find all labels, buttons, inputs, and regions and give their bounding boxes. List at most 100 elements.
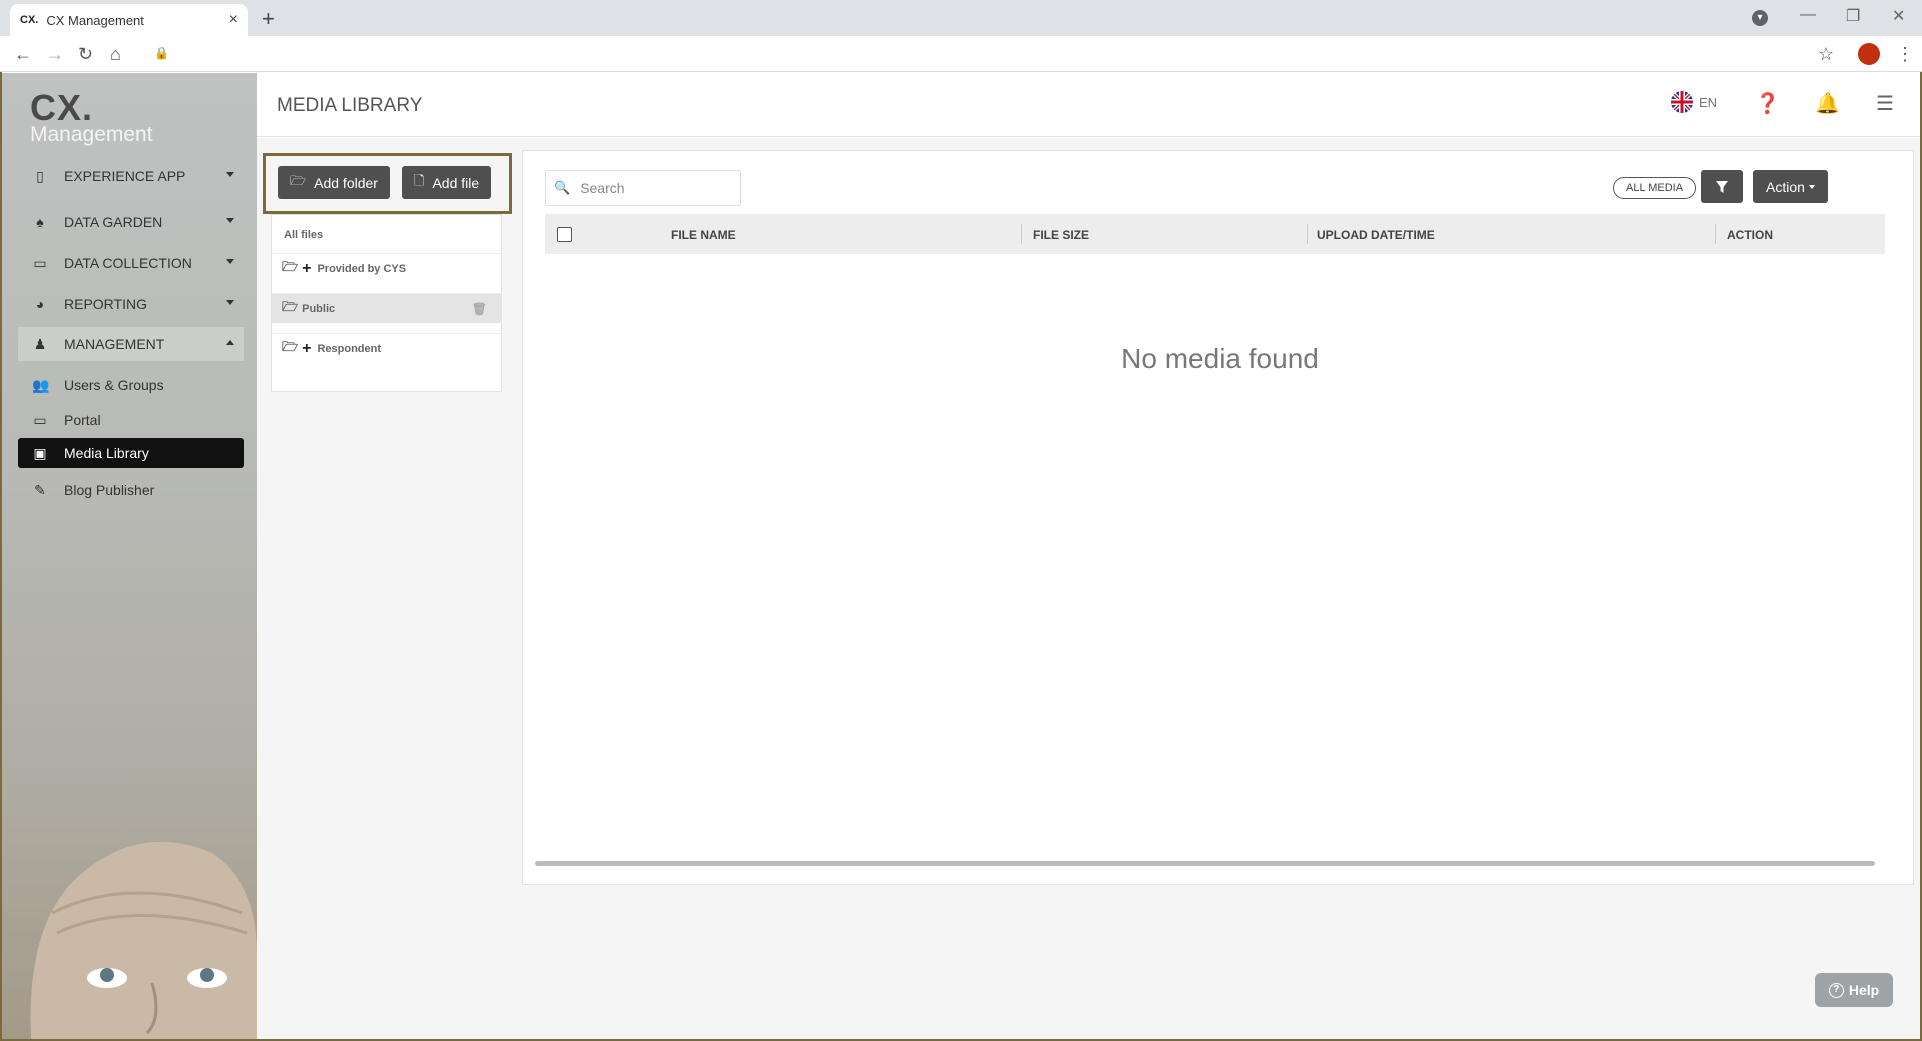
tab-search-icon[interactable]: ▾ xyxy=(1752,10,1768,26)
caret-up-icon xyxy=(226,340,234,345)
uk-flag-icon xyxy=(1671,91,1693,113)
search-input[interactable]: 🔍 Search xyxy=(545,170,741,206)
browser-tab-bar: CX. CX Management × + ▾ — ❐ ✕ xyxy=(0,0,1922,36)
pencil-icon: ✎ xyxy=(34,481,46,498)
folder-tree: All files 🗁 + Provided by CYS 🗁 Public 🗑… xyxy=(271,214,502,392)
nav-users-groups[interactable]: 👥 Users & Groups xyxy=(18,368,244,402)
lock-icon[interactable]: 🔒 xyxy=(154,46,169,60)
help-label: Help xyxy=(1848,982,1880,998)
nav-reporting[interactable]: ◕ REPORTING xyxy=(18,287,244,321)
language-selector[interactable]: EN xyxy=(1671,91,1717,113)
home-icon[interactable]: ⌂ xyxy=(110,44,121,65)
nav-label: EXPERIENCE APP xyxy=(64,168,186,184)
logo-sub: Management xyxy=(30,123,153,146)
nav-label: Blog Publisher xyxy=(64,482,155,498)
caret-down-icon xyxy=(226,259,234,264)
folder-provided-by-cys[interactable]: 🗁 + Provided by CYS xyxy=(272,253,501,283)
empty-message: No media found xyxy=(1121,343,1319,374)
nav-experience-app[interactable]: ▯ EXPERIENCE APP xyxy=(18,159,244,193)
forward-icon[interactable]: → xyxy=(46,44,64,65)
action-dropdown-button[interactable]: Action xyxy=(1753,170,1828,203)
bell-icon[interactable]: 🔔 xyxy=(1815,91,1840,115)
nav-blog-publisher[interactable]: ✎ Blog Publisher xyxy=(18,473,244,507)
search-icon: 🔍 xyxy=(554,180,571,195)
caret-down-icon xyxy=(226,300,234,305)
reload-icon[interactable]: ↻ xyxy=(78,44,93,65)
col-action: ACTION xyxy=(1727,228,1773,242)
back-icon[interactable]: ← xyxy=(14,44,32,65)
col-file-size[interactable]: FILE SIZE xyxy=(1033,228,1089,242)
language-label: EN xyxy=(1699,94,1718,110)
all-media-filter[interactable]: ALL MEDIA xyxy=(1613,177,1697,199)
page-title: MEDIA LIBRARY xyxy=(277,95,423,116)
nav-data-collection[interactable]: ▭ DATA COLLECTION xyxy=(18,246,244,280)
tree-icon: ♠ xyxy=(36,214,44,230)
nav-data-garden[interactable]: ♠ DATA GARDEN xyxy=(18,205,244,239)
nav-label: Users & Groups xyxy=(64,377,164,393)
nav-label: REPORTING xyxy=(64,296,147,312)
file-icon: 🗋 xyxy=(414,172,425,188)
horizontal-scrollbar[interactable] xyxy=(535,861,1875,866)
col-upload-date[interactable]: UPLOAD DATE/TIME xyxy=(1317,228,1435,242)
nav-label: DATA GARDEN xyxy=(64,214,163,230)
users-icon: 👥 xyxy=(32,376,50,393)
nav-label: Portal xyxy=(64,412,101,428)
folder-respondent[interactable]: 🗁 + Respondent xyxy=(272,333,501,363)
pie-chart-icon: ◕ xyxy=(35,296,45,312)
nav-management[interactable]: ♟ MANAGEMENT xyxy=(18,327,244,361)
expand-plus-icon[interactable]: + xyxy=(302,340,311,358)
sidebar: CX. Management ▯ EXPERIENCE APP ♠ DATA G… xyxy=(2,73,257,1039)
caret-down-icon xyxy=(1808,184,1815,189)
folder-open-icon: 🗁 xyxy=(282,298,299,314)
filter-icon xyxy=(1716,180,1728,193)
add-file-label: Add file xyxy=(432,174,480,191)
nav-media-library[interactable]: ▣ Media Library xyxy=(18,438,244,468)
tab-title: CX Management xyxy=(46,12,144,28)
nav-label: DATA COLLECTION xyxy=(64,255,192,271)
nav-portal[interactable]: ▭ Portal xyxy=(18,403,244,437)
all-files-heading[interactable]: All files xyxy=(284,229,323,241)
top-header: MEDIA LIBRARY EN ❓ 🔔 ☰ xyxy=(257,73,1920,137)
table-header: FILE NAME FILE SIZE UPLOAD DATE/TIME ACT… xyxy=(545,214,1885,254)
search-placeholder: Search xyxy=(580,180,625,196)
select-all-checkbox[interactable] xyxy=(557,227,572,242)
nav-label: Media Library xyxy=(64,445,149,461)
help-button[interactable]: ? Help xyxy=(1815,973,1893,1007)
folder-open-icon: 🗁 xyxy=(282,258,299,274)
folder-open-icon: 🗁 xyxy=(282,338,299,354)
folder-label: Respondent xyxy=(317,342,382,355)
action-label: Action xyxy=(1766,178,1805,195)
sidebar-background-photo xyxy=(30,841,257,1039)
tab-close-icon[interactable]: × xyxy=(229,11,238,29)
col-file-name[interactable]: FILE NAME xyxy=(671,228,736,242)
column-divider xyxy=(1715,224,1716,244)
media-panel: 🔍 Search ALL MEDIA Action FILE NAME FILE… xyxy=(522,150,1914,885)
bookmark-star-icon[interactable]: ☆ xyxy=(1818,44,1834,65)
filter-button[interactable] xyxy=(1701,170,1743,203)
expand-plus-icon[interactable]: + xyxy=(302,260,311,278)
add-folder-label: Add folder xyxy=(314,174,378,191)
inbox-icon: ▭ xyxy=(33,254,47,271)
browser-menu-icon[interactable]: ⋮ xyxy=(1896,44,1914,65)
folder-public[interactable]: 🗁 Public 🗑 xyxy=(272,293,501,323)
nav-label: MANAGEMENT xyxy=(64,336,165,352)
user-tie-icon: ♟ xyxy=(33,335,47,352)
profile-avatar[interactable] xyxy=(1858,43,1880,65)
help-circle-icon[interactable]: ❓ xyxy=(1755,91,1780,115)
restore-icon[interactable]: ❐ xyxy=(1846,6,1860,26)
minimize-icon[interactable]: — xyxy=(1800,6,1816,24)
phone-icon: ▯ xyxy=(36,167,44,184)
browser-tab[interactable]: CX. CX Management × xyxy=(10,4,248,36)
question-icon: ? xyxy=(1828,982,1844,998)
caret-down-icon xyxy=(226,172,234,177)
list-menu-icon[interactable]: ☰ xyxy=(1873,91,1897,115)
folder-label: Provided by CYS xyxy=(317,262,407,275)
new-tab-icon[interactable]: + xyxy=(262,6,275,32)
trash-icon[interactable]: 🗑 xyxy=(472,302,487,316)
add-folder-button[interactable]: 🗁 Add folder xyxy=(278,166,390,199)
images-icon: ▣ xyxy=(33,444,47,461)
window-close-icon[interactable]: ✕ xyxy=(1892,6,1905,26)
monitor-icon: ▭ xyxy=(33,411,47,428)
add-file-button[interactable]: 🗋 Add file xyxy=(402,166,492,199)
column-divider xyxy=(1021,224,1022,244)
